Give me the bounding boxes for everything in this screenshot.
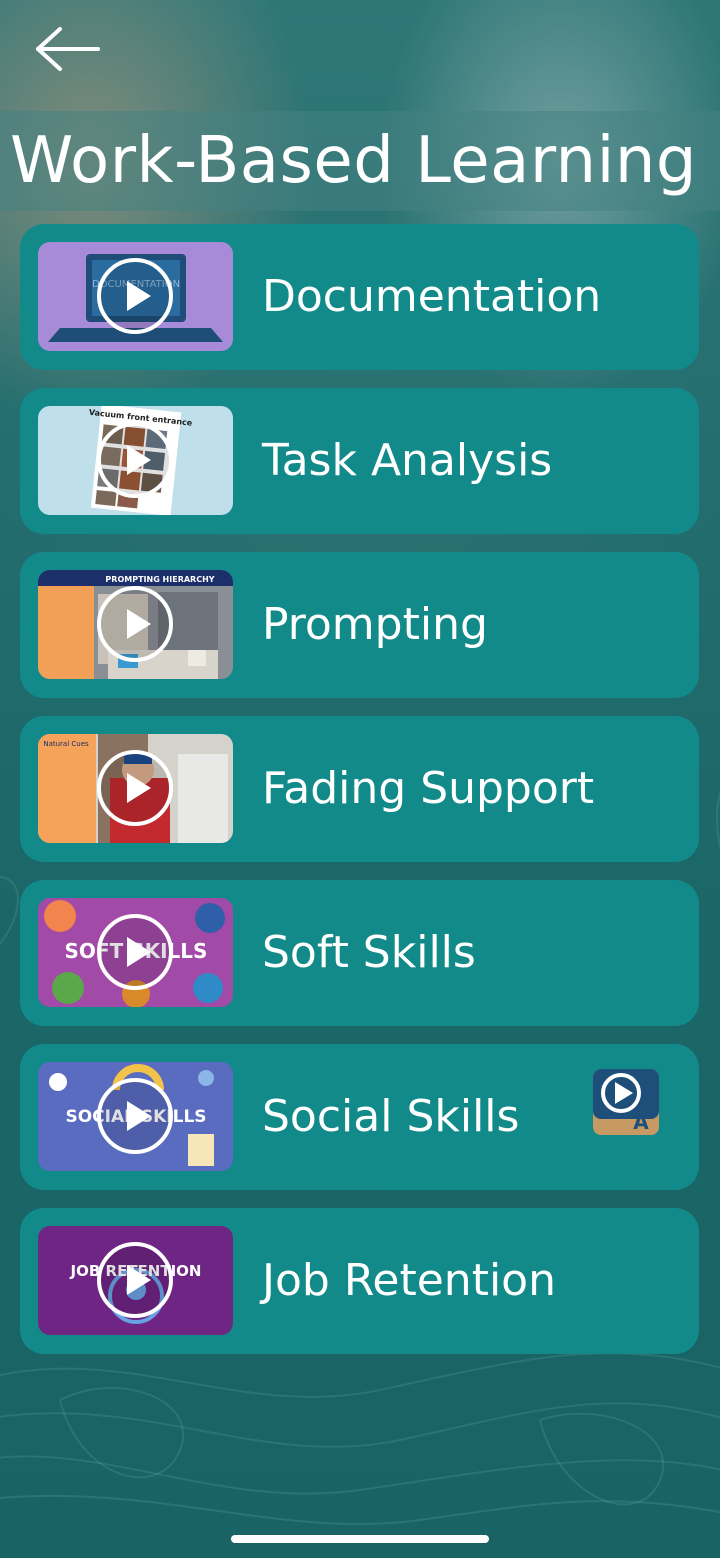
svg-text:PROMPTING HIERARCHY: PROMPTING HIERARCHY bbox=[105, 575, 214, 584]
home-indicator[interactable] bbox=[231, 1535, 489, 1543]
video-thumbnail: PROMPTING HIERARCHY bbox=[38, 570, 233, 679]
arrow-left-icon bbox=[36, 27, 100, 71]
video-thumbnail: SOFT SKILLS bbox=[38, 898, 233, 1007]
video-thumbnail: JOB RETENTION bbox=[38, 1226, 233, 1335]
video-thumbnail: DOCUMENTATION bbox=[38, 242, 233, 351]
module-title: Documentation bbox=[262, 271, 602, 322]
page-title: Work-Based Learning bbox=[10, 124, 698, 198]
play-icon bbox=[97, 258, 173, 334]
play-icon bbox=[97, 750, 173, 826]
module-card-documentation[interactable]: DOCUMENTATION Documentation bbox=[20, 224, 699, 370]
svg-text:A: A bbox=[633, 1110, 649, 1134]
play-icon bbox=[97, 1078, 173, 1154]
video-thumbnail: Vacuum front entrance bbox=[38, 406, 233, 515]
module-card-task-analysis[interactable]: Vacuum front entrance Task Analysis bbox=[20, 388, 699, 534]
module-title: Job Retention bbox=[262, 1255, 556, 1306]
module-card-fading-support[interactable]: Natural Cues Fading Support bbox=[20, 716, 699, 862]
play-icon bbox=[97, 914, 173, 990]
module-card-soft-skills[interactable]: SOFT SKILLS Soft Skills bbox=[20, 880, 699, 1026]
module-list: DOCUMENTATION Documentation Vacuum front… bbox=[20, 224, 699, 1372]
module-title: Social Skills bbox=[262, 1091, 520, 1142]
play-icon bbox=[97, 1242, 173, 1318]
play-icon bbox=[97, 422, 173, 498]
module-card-social-skills[interactable]: SOCIAL SKILLS Social Skills A bbox=[20, 1044, 699, 1190]
video-thumbnail: Natural Cues bbox=[38, 734, 233, 843]
back-button[interactable] bbox=[34, 26, 102, 72]
module-title: Task Analysis bbox=[262, 435, 553, 486]
module-card-job-retention[interactable]: JOB RETENTION Job Retention bbox=[20, 1208, 699, 1354]
module-title: Fading Support bbox=[262, 763, 595, 814]
svg-text:Natural Cues: Natural Cues bbox=[43, 740, 89, 748]
module-title: Prompting bbox=[262, 599, 488, 650]
play-icon bbox=[97, 586, 173, 662]
module-title: Soft Skills bbox=[262, 927, 476, 978]
asl-video-icon[interactable]: A bbox=[593, 1069, 659, 1135]
module-card-prompting[interactable]: PROMPTING HIERARCHY Prompting bbox=[20, 552, 699, 698]
video-thumbnail: SOCIAL SKILLS bbox=[38, 1062, 233, 1171]
